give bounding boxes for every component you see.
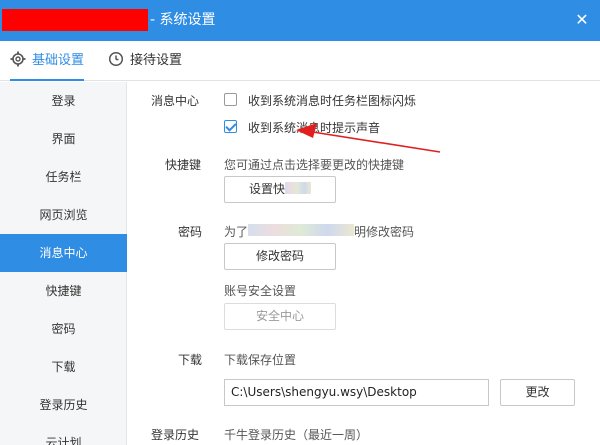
annotation-arrow [296, 123, 441, 153]
